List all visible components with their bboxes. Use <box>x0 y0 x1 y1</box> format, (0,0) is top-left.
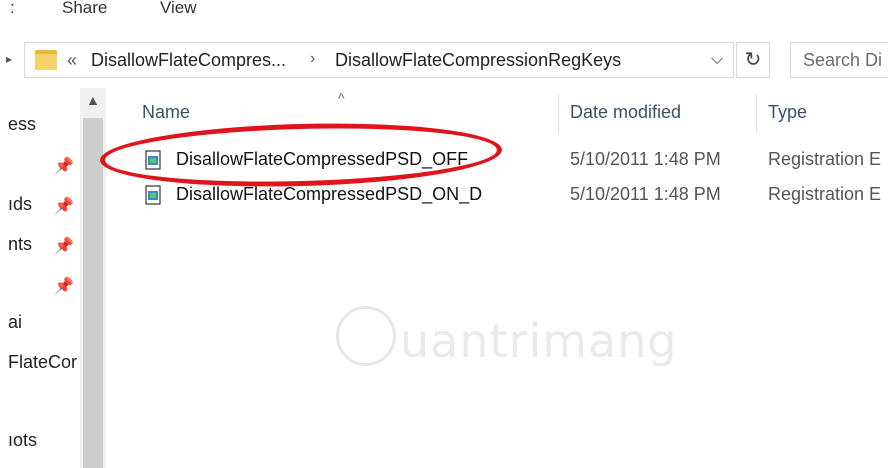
column-divider[interactable] <box>558 94 559 134</box>
pin-icon: 📌 <box>54 238 74 255</box>
file-name[interactable]: DisallowFlateCompressedPSD_ON_D <box>176 184 482 205</box>
nav-item-screenshots[interactable]: ıots <box>8 430 37 451</box>
search-input[interactable]: Search Di <box>790 42 888 78</box>
address-bar[interactable]: « DisallowFlateCompres... › DisallowFlat… <box>24 42 734 78</box>
folder-icon <box>35 50 57 70</box>
refresh-button[interactable]: ↻ <box>736 42 770 78</box>
breadcrumb-separator-icon[interactable]: › <box>310 50 315 68</box>
column-header-date-modified[interactable]: Date modified <box>570 102 681 123</box>
nav-item-documents[interactable]: nts <box>8 234 32 255</box>
scroll-up-icon[interactable]: ▲ <box>86 92 100 108</box>
file-type: Registration E <box>768 149 882 169</box>
recent-locations-chevron-icon[interactable]: ▸ <box>6 52 12 66</box>
column-divider[interactable] <box>756 94 757 134</box>
file-date: 5/10/2011 1:48 PM <box>570 149 721 169</box>
address-row: ▸ « DisallowFlateCompres... › DisallowFl… <box>0 38 888 82</box>
scrollbar-thumb[interactable] <box>83 118 103 468</box>
file-date: 5/10/2011 1:48 PM <box>570 184 721 204</box>
ribbon-tabs: : Share View <box>0 0 888 26</box>
nav-item-quick-access[interactable]: ess <box>8 114 36 135</box>
column-header-type[interactable]: Type <box>768 102 807 123</box>
nav-item-downloads[interactable]: ıds <box>8 194 32 215</box>
file-type: Registration E <box>768 184 882 204</box>
nav-scrollbar[interactable]: ▲ <box>80 88 106 468</box>
watermark: uantrimang <box>336 300 677 380</box>
column-header-name[interactable]: Name <box>142 102 190 123</box>
registry-file-icon <box>145 185 161 205</box>
pin-icon: 📌 <box>54 278 74 295</box>
breadcrumb-current[interactable]: DisallowFlateCompressionRegKeys <box>335 50 621 71</box>
nav-item-ai[interactable]: ai <box>8 312 22 333</box>
lightbulb-logo-icon <box>336 306 396 366</box>
watermark-text: uantrimang <box>400 314 678 368</box>
search-placeholder: Search Di <box>803 50 883 70</box>
ribbon-tab-view[interactable]: View <box>160 0 197 18</box>
breadcrumb-overflow-icon[interactable]: « <box>67 50 77 71</box>
ribbon-tab-share[interactable]: Share <box>62 0 107 18</box>
nav-item-flatecompression[interactable]: FlateCor <box>8 352 77 373</box>
chevron-down-icon[interactable]: ⌵ <box>711 51 723 69</box>
navigation-pane: ess 📌 ıds 📌 nts 📌 📌 ai FlateCor ıots ▲ <box>0 88 106 468</box>
sort-ascending-icon: ^ <box>338 90 345 106</box>
pin-icon: 📌 <box>54 198 74 215</box>
pin-icon: 📌 <box>54 158 74 175</box>
ribbon-tab-file[interactable]: : <box>10 0 15 18</box>
breadcrumb-parent[interactable]: DisallowFlateCompres... <box>91 50 286 71</box>
